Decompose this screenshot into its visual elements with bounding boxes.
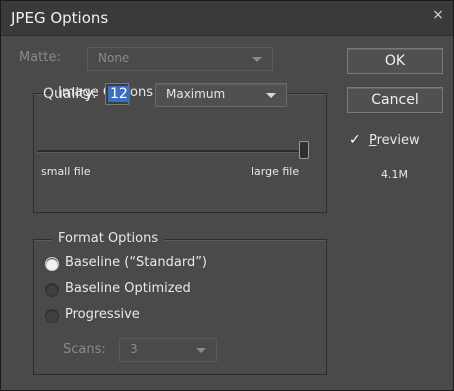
- chevron-down-icon: [196, 348, 206, 353]
- title-bar[interactable]: JPEG Options ×: [1, 1, 453, 36]
- progressive-label[interactable]: Progressive: [65, 307, 140, 322]
- chevron-down-icon: [252, 57, 262, 62]
- jpeg-options-dialog: JPEG Options × Matte: None OK Cancel ✓ P…: [0, 0, 454, 391]
- close-icon[interactable]: ×: [431, 8, 445, 22]
- matte-dropdown[interactable]: None: [87, 47, 273, 71]
- format-options-title: Format Options: [52, 231, 165, 247]
- preview-file-size: 4.1M: [381, 168, 408, 181]
- quality-preset-dropdown[interactable]: Maximum: [155, 83, 287, 107]
- quality-slider-track[interactable]: [37, 150, 307, 153]
- quality-input[interactable]: 12: [105, 83, 130, 105]
- large-file-label: large file: [251, 165, 300, 178]
- scans-dropdown[interactable]: 3: [119, 338, 217, 362]
- quality-preset-value: Maximum: [166, 87, 226, 101]
- ok-button[interactable]: OK: [347, 48, 443, 74]
- radio-baseline-standard[interactable]: [45, 257, 59, 271]
- quality-input-value: 12: [108, 86, 130, 102]
- dialog-title: JPEG Options: [11, 9, 109, 27]
- chevron-down-icon: [266, 93, 276, 98]
- matte-label: Matte:: [19, 50, 61, 65]
- preview-label-underlined: P: [369, 133, 377, 148]
- preview-label[interactable]: Preview: [369, 133, 420, 148]
- scans-dropdown-value: 3: [130, 342, 138, 356]
- preview-checkbox[interactable]: ✓: [349, 133, 363, 147]
- radio-baseline-optimized[interactable]: [45, 283, 59, 297]
- baseline-standard-label[interactable]: Baseline (“Standard”): [65, 255, 207, 270]
- baseline-optimized-label[interactable]: Baseline Optimized: [65, 281, 191, 296]
- radio-progressive[interactable]: [45, 309, 59, 323]
- small-file-label: small file: [41, 165, 91, 178]
- scans-label: Scans:: [63, 342, 106, 357]
- image-options-group: Image Options: [33, 85, 327, 213]
- cancel-button[interactable]: Cancel: [347, 87, 443, 113]
- matte-dropdown-value: None: [98, 51, 130, 65]
- quality-label: Quality:: [43, 86, 97, 102]
- preview-label-rest: review: [376, 133, 420, 148]
- quality-slider-thumb[interactable]: [299, 141, 309, 159]
